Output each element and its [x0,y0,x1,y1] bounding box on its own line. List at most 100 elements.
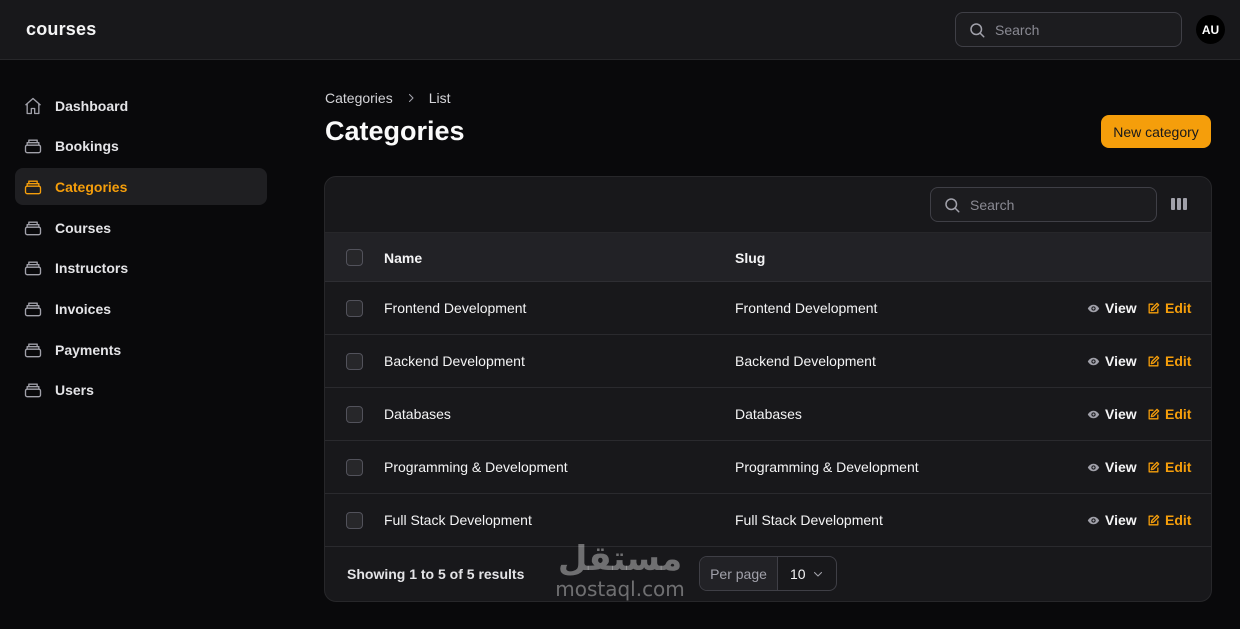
global-search-input[interactable] [995,21,1155,38]
row-checkbox[interactable] [346,459,363,476]
view-label: View [1105,300,1137,316]
edit-button[interactable]: Edit [1147,406,1191,422]
search-icon [945,197,960,212]
row-slug: Backend Development [735,353,876,369]
row-checkbox[interactable] [346,512,363,529]
row-slug: Frontend Development [735,300,878,316]
sidebar-item-users[interactable]: Users [15,372,267,409]
edit-icon [1148,461,1160,472]
sidebar-item-instructors[interactable]: Instructors [15,250,267,287]
sidebar-item-payments[interactable]: Payments [15,331,267,368]
view-button[interactable]: View [1087,406,1137,422]
per-page-select[interactable]: 10 [778,557,836,590]
view-button[interactable]: View [1087,300,1137,316]
results-summary: Showing 1 to 5 of 5 results [347,566,525,582]
view-label: View [1105,353,1137,369]
columns-toggle-icon[interactable] [1170,195,1188,213]
search-icon [970,22,985,37]
row-name: Frontend Development [384,300,527,316]
sidebar-item-label: Payments [55,341,122,358]
sidebar-item-label: Courses [55,219,112,236]
sidebar-item-label: Bookings [55,138,119,155]
row-name: Full Stack Development [384,512,532,528]
edit-icon [1148,302,1160,313]
view-button[interactable]: View [1087,353,1137,369]
row-slug: Databases [735,406,802,422]
row-checkbox[interactable] [346,300,363,317]
table-row[interactable]: Databases Databases View Edit [325,388,1211,441]
edit-label: Edit [1165,406,1192,422]
row-name: Backend Development [384,353,525,369]
view-label: View [1105,512,1137,528]
table-row[interactable]: Programming & Development Programming & … [325,441,1211,494]
stack-icon [24,180,42,195]
sidebar-item-dashboard[interactable]: Dashboard [15,87,267,124]
sidebar: Dashboard Bookings Categories Courses In… [15,87,267,413]
sidebar-item-label: Instructors [55,260,129,277]
edit-button[interactable]: Edit [1147,459,1191,475]
table-toolbar [325,177,1211,233]
table-row[interactable]: Backend Development Backend Development … [325,335,1211,388]
view-label: View [1105,406,1137,422]
row-checkbox[interactable] [346,406,363,423]
row-checkbox[interactable] [346,353,363,370]
row-slug: Programming & Development [735,459,919,475]
stack-icon [24,343,42,357]
breadcrumb-parent[interactable]: Categories [325,90,393,106]
edit-icon [1148,355,1160,366]
table-search[interactable] [930,187,1157,222]
sidebar-item-categories[interactable]: Categories [15,168,267,206]
table-footer: Showing 1 to 5 of 5 results Per page 10 [325,546,1211,601]
row-name: Programming & Development [384,459,568,475]
per-page-value: 10 [790,565,806,582]
view-button[interactable]: View [1087,512,1137,528]
edit-button[interactable]: Edit [1147,353,1191,369]
select-all-checkbox[interactable] [346,249,363,266]
row-slug: Full Stack Development [735,512,883,528]
view-button[interactable]: View [1087,459,1137,475]
stack-icon [24,221,42,235]
sidebar-item-invoices[interactable]: Invoices [15,290,267,327]
table-header: Name Slug [325,233,1211,282]
row-name: Databases [384,406,451,422]
view-label: View [1105,459,1137,475]
edit-label: Edit [1165,459,1192,475]
stack-icon [24,383,42,398]
page-title: Categories [325,116,465,146]
edit-label: Edit [1165,300,1192,316]
per-page-control[interactable]: Per page 10 [699,556,837,591]
edit-label: Edit [1165,512,1192,528]
sidebar-item-bookings[interactable]: Bookings [15,128,267,165]
table-search-input[interactable] [970,196,1130,213]
sidebar-item-label: Users [55,382,94,399]
sidebar-item-label: Dashboard [55,97,129,114]
eye-icon [1087,357,1100,365]
eye-icon [1087,463,1100,471]
table-row[interactable]: Frontend Development Frontend Developmen… [325,282,1211,335]
edit-label: Edit [1165,353,1192,369]
table-row[interactable]: Full Stack Development Full Stack Develo… [325,494,1211,547]
sidebar-item-courses[interactable]: Courses [15,209,267,246]
edit-icon [1148,514,1160,525]
chevron-right-icon [408,93,414,103]
brand-logo[interactable]: courses [26,19,96,40]
global-search[interactable] [955,12,1182,47]
per-page-label: Per page [700,557,778,590]
stack-icon [24,139,42,154]
edit-button[interactable]: Edit [1147,300,1191,316]
sidebar-item-label: Invoices [55,300,112,317]
breadcrumb-current: List [428,90,451,106]
breadcrumb: Categories List [325,90,451,106]
stack-icon [24,302,42,317]
edit-button[interactable]: Edit [1147,512,1191,528]
eye-icon [1087,304,1100,312]
sidebar-item-label: Categories [55,178,128,195]
column-header-slug[interactable]: Slug [735,250,765,266]
edit-icon [1148,408,1160,419]
new-category-button[interactable]: New category [1101,115,1211,148]
user-avatar[interactable]: AU [1196,15,1225,44]
eye-icon [1087,410,1100,418]
categories-table-card: Name Slug Frontend Development Frontend … [324,176,1212,602]
column-header-name[interactable]: Name [384,250,422,266]
top-bar: courses AU [0,0,1240,60]
